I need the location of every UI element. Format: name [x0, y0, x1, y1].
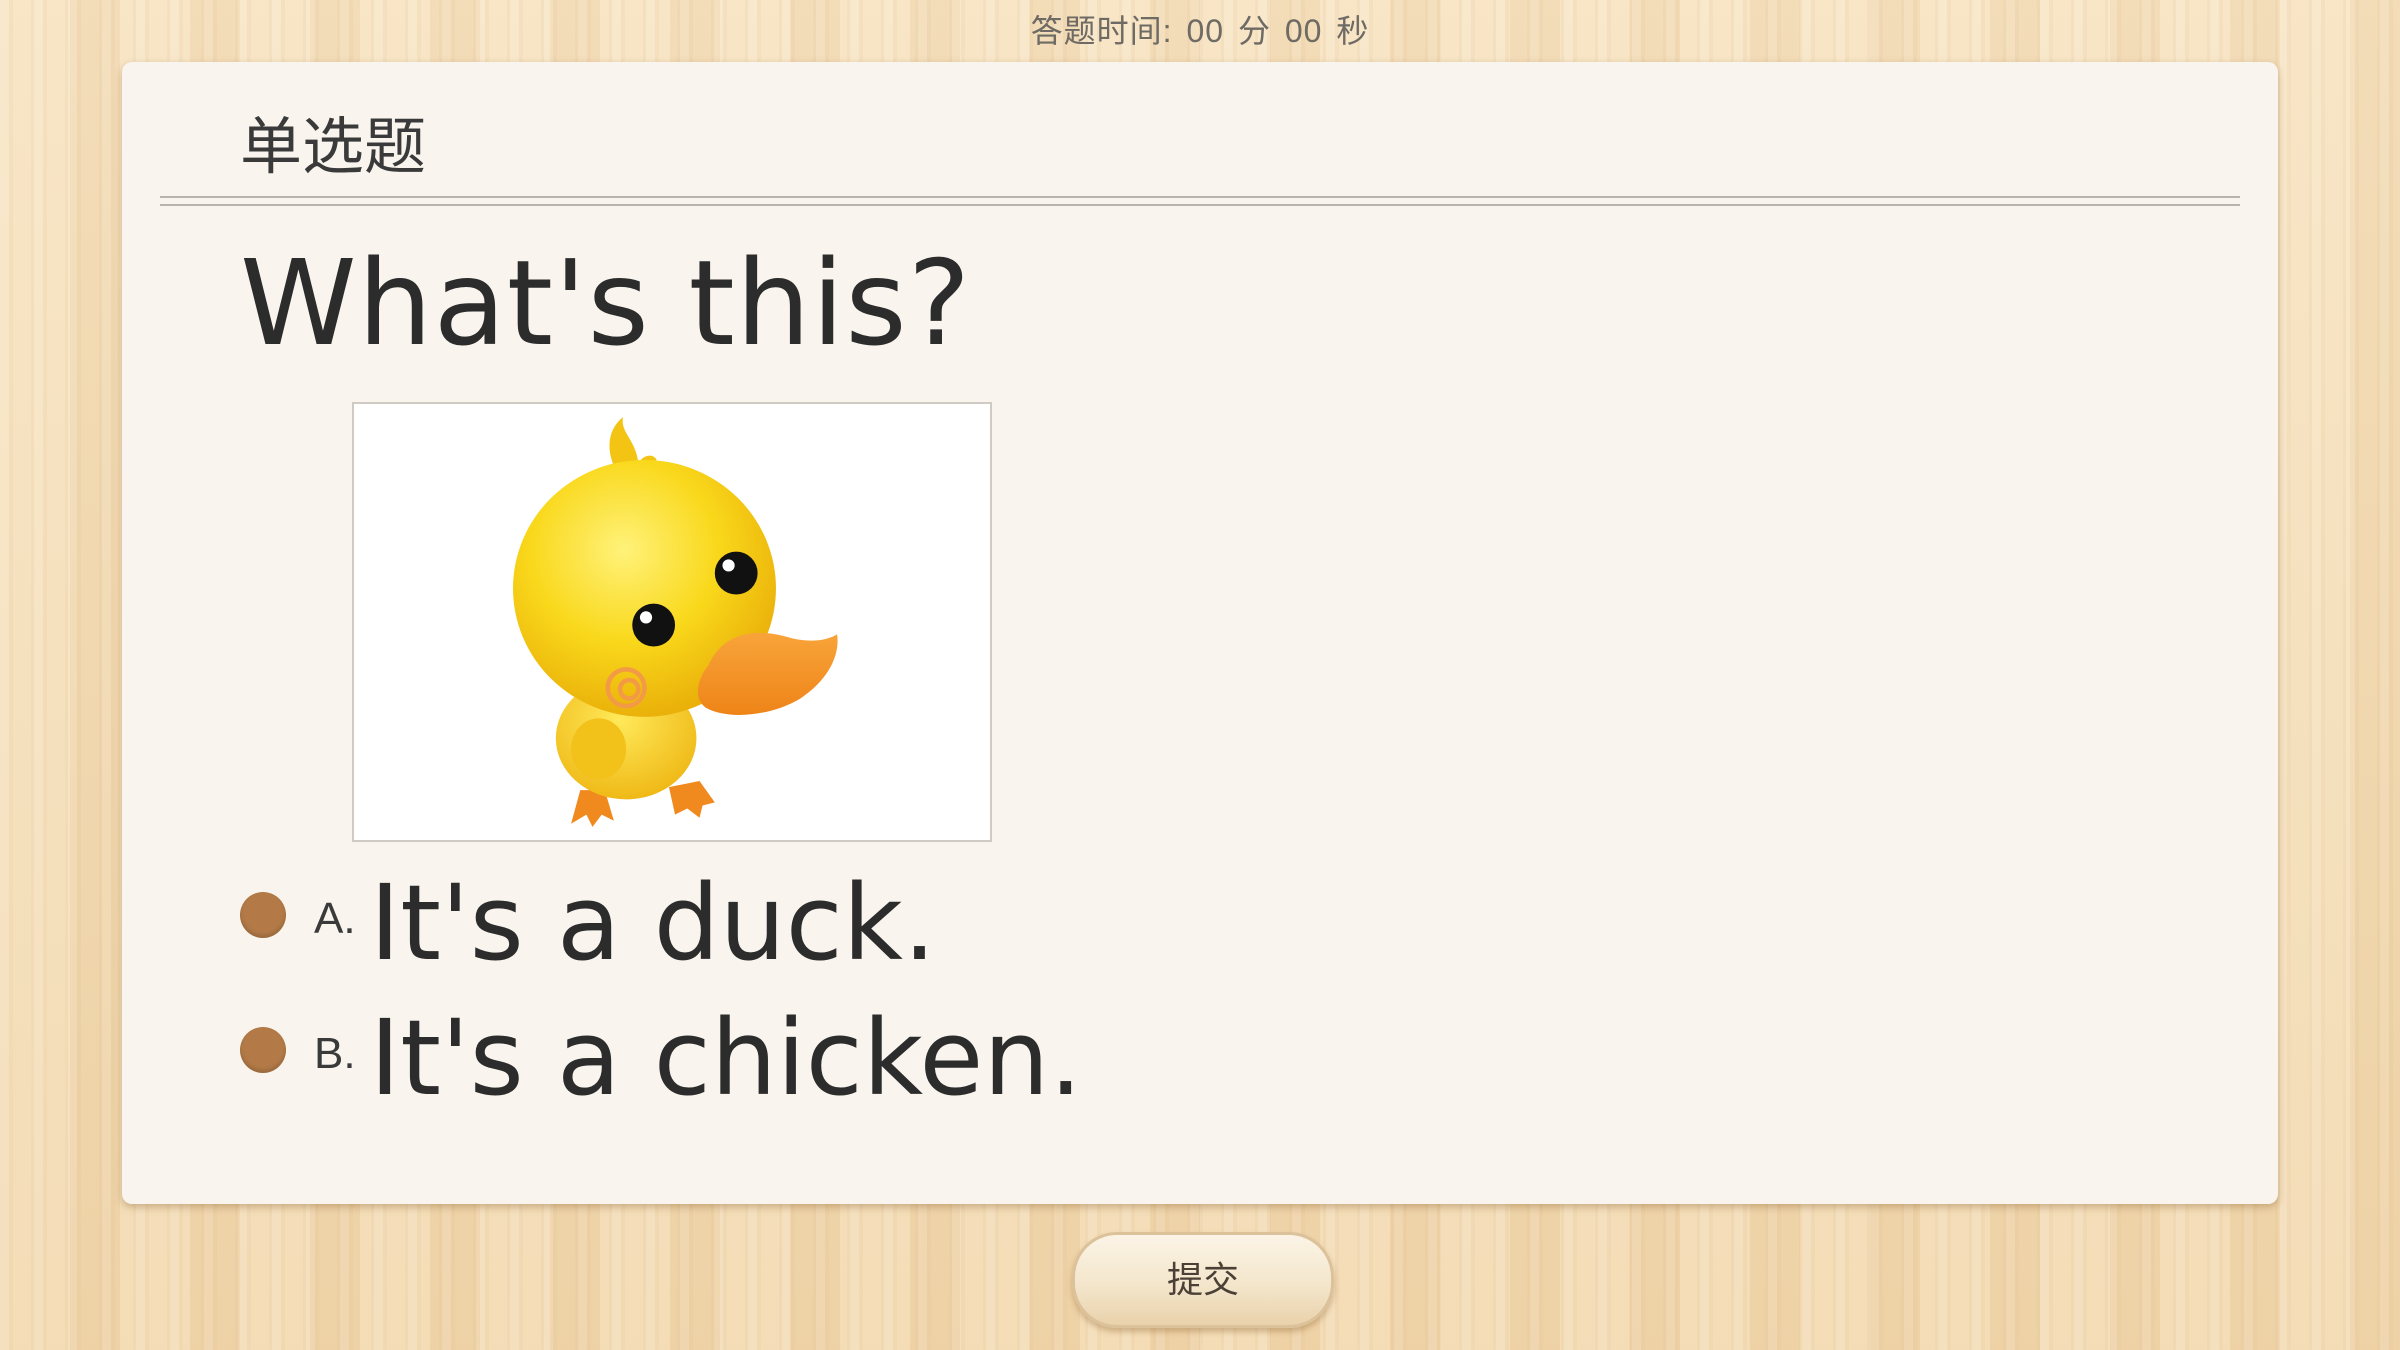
submit-button[interactable]: 提交 — [1072, 1232, 1334, 1328]
timer-minutes: 00 — [1186, 13, 1225, 49]
timer-seconds-unit: 秒 — [1336, 13, 1370, 49]
option-b-radio[interactable] — [240, 1027, 286, 1073]
option-a-letter: A. — [314, 894, 356, 943]
option-a[interactable]: A. It's a duck. — [240, 862, 936, 984]
option-b[interactable]: B. It's a chicken. — [240, 997, 1083, 1119]
duck-illustration-icon — [513, 417, 838, 827]
option-a-text[interactable]: It's a duck. — [370, 862, 936, 984]
option-a-radio[interactable] — [240, 892, 286, 938]
timer-seconds: 00 — [1284, 13, 1323, 49]
option-b-text[interactable]: It's a chicken. — [370, 997, 1083, 1119]
timer-label: 答题时间: — [1030, 13, 1173, 49]
option-b-letter: B. — [314, 1029, 356, 1078]
timer-minutes-unit: 分 — [1237, 13, 1271, 49]
question-card: 单选题 What's this? A. It's a duck. B. It's… — [122, 62, 2278, 1204]
title-divider — [160, 196, 2240, 206]
question-type-title: 单选题 — [240, 113, 427, 182]
question-image — [352, 402, 992, 842]
answer-timer: 答题时间: 00 分 00 秒 — [0, 6, 2400, 52]
question-prompt: What's this? — [240, 234, 972, 372]
